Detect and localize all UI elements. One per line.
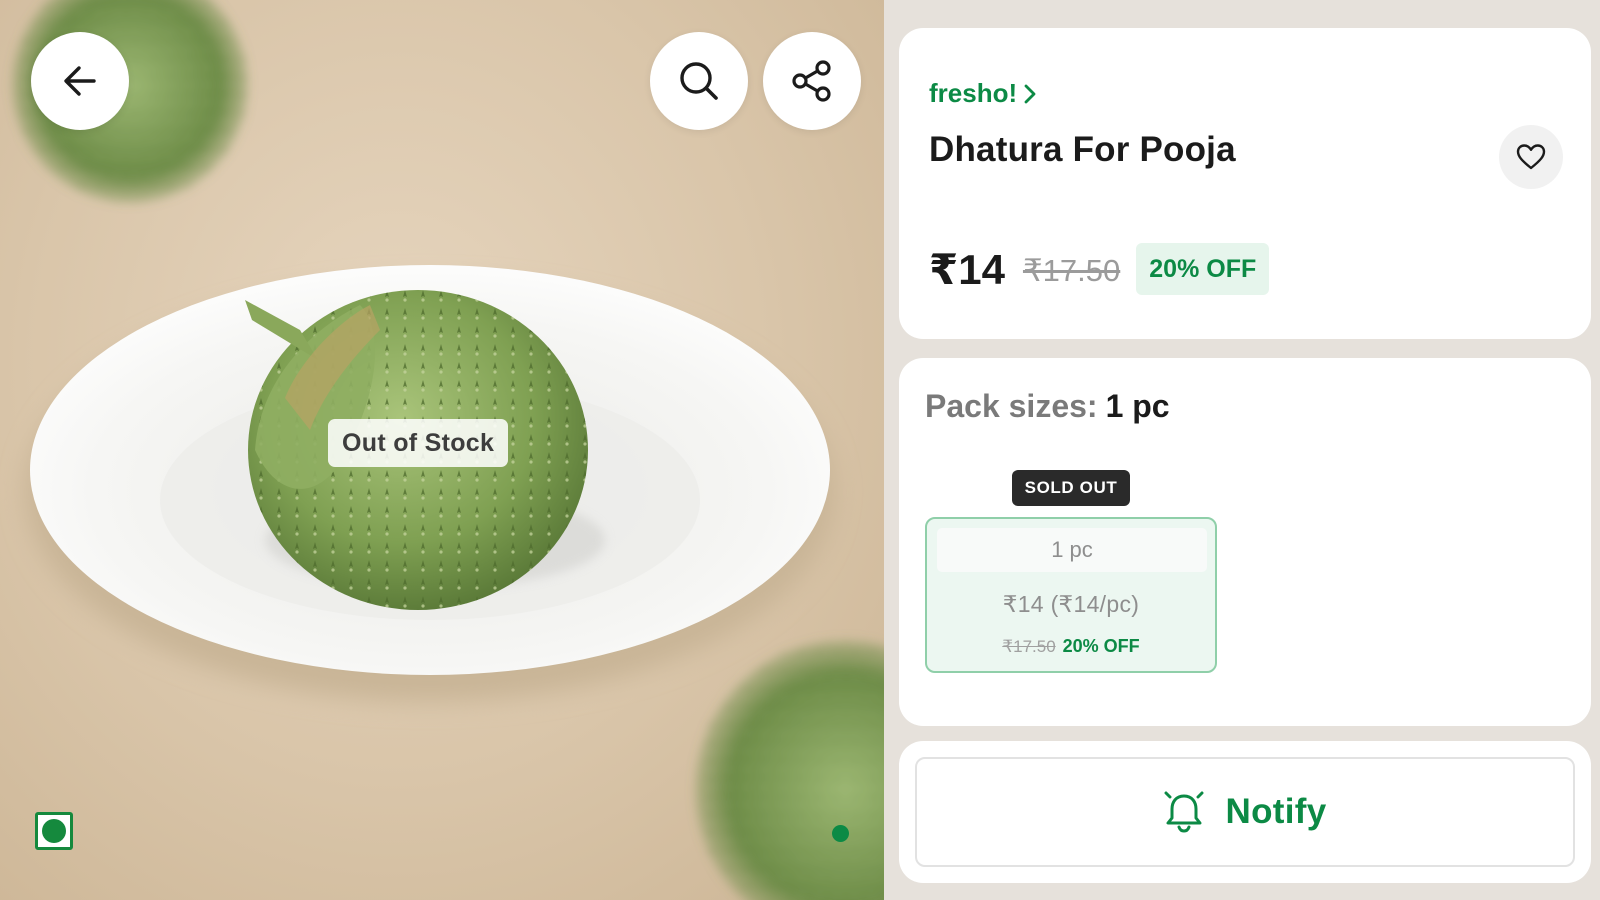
pack-size-label: 1 pc bbox=[937, 528, 1207, 572]
arrow-left-icon bbox=[64, 66, 96, 96]
discount-badge: 20% OFF bbox=[1136, 243, 1270, 295]
back-button[interactable] bbox=[31, 32, 129, 130]
chevron-right-icon bbox=[1024, 84, 1036, 103]
pack-size-option[interactable]: 1 pc ₹14 (₹14/pc) ₹17.50 20% OFF bbox=[925, 517, 1217, 673]
notify-label: Notify bbox=[1225, 792, 1327, 831]
favorite-button[interactable] bbox=[1499, 125, 1563, 189]
search-icon bbox=[680, 62, 718, 100]
mrp-price: ₹17.50 bbox=[1022, 253, 1121, 288]
product-info-card: fresho! Dhatura For Pooja ₹14 ₹17.50 20%… bbox=[899, 28, 1591, 339]
heart-icon bbox=[1516, 144, 1546, 170]
product-image-carousel[interactable]: Out of Stock bbox=[0, 0, 884, 900]
search-button[interactable] bbox=[650, 32, 748, 130]
pack-size-selected: 1 pc bbox=[1105, 388, 1170, 424]
share-button[interactable] bbox=[763, 32, 861, 130]
pack-sizes-label: Pack sizes: bbox=[925, 388, 1098, 424]
pack-size-mrp: ₹17.50 bbox=[1002, 636, 1056, 656]
notify-card: Notify bbox=[899, 741, 1591, 883]
bell-icon bbox=[1164, 791, 1204, 833]
veg-indicator-icon bbox=[35, 812, 73, 850]
product-title: Dhatura For Pooja bbox=[929, 130, 1236, 169]
notify-button[interactable]: Notify bbox=[915, 757, 1575, 867]
sold-out-badge: SOLD OUT bbox=[1012, 470, 1130, 506]
brand-link[interactable]: fresho! bbox=[929, 78, 1037, 109]
pack-sizes-heading: Pack sizes: 1 pc bbox=[925, 388, 1170, 425]
pack-size-discount-row: ₹17.50 20% OFF bbox=[927, 636, 1215, 657]
out-of-stock-label: Out of Stock bbox=[328, 419, 509, 467]
brand-name: fresho! bbox=[929, 78, 1018, 108]
pack-size-off: 20% OFF bbox=[1062, 636, 1140, 656]
pack-sizes-card: Pack sizes: 1 pc SOLD OUT 1 pc ₹14 (₹14/p… bbox=[899, 358, 1591, 726]
carousel-page-dot[interactable] bbox=[832, 825, 849, 842]
background-fruit-bottom bbox=[695, 640, 884, 900]
pack-size-price: ₹14 (₹14/pc) bbox=[1002, 591, 1140, 617]
current-price: ₹14 bbox=[929, 245, 1005, 293]
share-icon bbox=[792, 60, 831, 102]
price-row: ₹14 ₹17.50 20% OFF bbox=[929, 243, 1270, 295]
